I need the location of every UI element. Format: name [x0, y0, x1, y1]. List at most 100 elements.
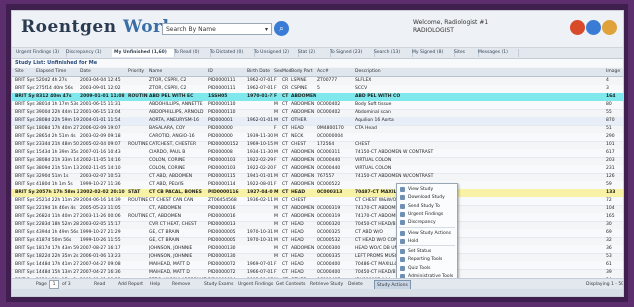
column-header-8[interactable]: Mod	[282, 68, 291, 76]
context-menu-label: Download Study	[408, 195, 445, 201]
table-cell: ZT00777	[317, 78, 338, 83]
table-cell: F	[274, 182, 277, 187]
settings-icon[interactable]	[570, 20, 585, 35]
table-cell: CT ABD, ABDOMEN	[149, 174, 193, 179]
table-cell	[317, 93, 354, 101]
table-cell: 61	[606, 262, 612, 267]
footer-button[interactable]: Study Exams	[202, 280, 235, 289]
table-cell: PID000000	[208, 126, 233, 131]
column-header-12[interactable]: Images	[606, 68, 620, 76]
table-cell: M	[274, 222, 278, 227]
search-icon[interactable]: ⌕	[274, 21, 289, 36]
column-header-6[interactable]: Birth Date	[247, 68, 273, 76]
tab-1[interactable]: Discrepancy (1)	[64, 49, 115, 57]
table-cell: BASALARA, COY	[149, 126, 185, 131]
table-cell: BRIT Systems	[15, 214, 35, 219]
help-icon[interactable]	[586, 20, 601, 35]
table-cell: 0C000402	[317, 102, 341, 107]
table-cell: BRIT Systems	[15, 110, 35, 115]
menu-item-icon	[400, 265, 405, 271]
table-cell	[128, 253, 148, 261]
table-cell: CR	[282, 78, 289, 83]
table-cell: BRIT Systems	[15, 222, 35, 227]
table-cell: 1970-01-??	[247, 94, 273, 99]
column-header-9[interactable]: Body Part	[291, 68, 316, 76]
table-cell: F	[274, 166, 277, 171]
table-cell: 0C000402	[317, 110, 341, 115]
table-cell	[247, 253, 273, 261]
table-cell: 2001-06-15 13:04	[80, 110, 121, 115]
table-cell: 0C000400	[317, 262, 341, 267]
tab-5[interactable]: To Unsigned (2)	[252, 49, 299, 57]
column-header-5[interactable]: ID	[208, 68, 246, 76]
tab-6[interactable]: Stat (2)	[296, 49, 331, 57]
logo-main: Roentgen	[21, 17, 117, 37]
table-cell: CT	[282, 174, 288, 179]
column-header-3[interactable]: Priority	[128, 68, 148, 76]
table-cell: 1969-10-15	[247, 142, 273, 147]
table-cell: 80	[606, 102, 612, 107]
tab-4[interactable]: To Dictated (0)	[208, 49, 255, 57]
footer-button[interactable]: Help	[148, 280, 162, 289]
column-header-2[interactable]: Date	[80, 68, 127, 76]
table-cell: CT ABD, PELVIS	[149, 182, 184, 187]
table-cell	[128, 181, 148, 189]
logout-icon[interactable]	[602, 20, 617, 35]
column-header-0[interactable]: Site	[15, 68, 35, 76]
displaying-count: Displaying 1 - 50	[586, 282, 624, 287]
tab-11[interactable]: Messages (1)	[476, 49, 519, 57]
tab-2[interactable]: My Unfinished (1,60)	[112, 49, 175, 57]
table-cell: 2002-11-05 14:10	[80, 166, 121, 171]
context-menu-label: Send Study To	[408, 203, 440, 209]
footer-button[interactable]: Add Report	[116, 280, 145, 289]
table-cell: HEAD	[291, 190, 306, 195]
table-cell	[247, 213, 273, 221]
table-cell: BRIT Systems	[15, 102, 35, 107]
table-cell: BRIT Systems	[15, 190, 35, 195]
footer-button[interactable]: Read	[92, 280, 107, 289]
column-header-1[interactable]: Elapsed Time	[36, 68, 79, 76]
table-cell: 69	[606, 230, 612, 235]
table-cell: 2003-02-07 10:53	[80, 174, 121, 179]
footer-button[interactable]: Get Contexts	[274, 280, 307, 289]
welcome-line-2: RADIOLOGIST	[413, 27, 454, 34]
tab-8[interactable]: Search (13)	[372, 49, 413, 57]
chevron-down-icon[interactable]: ▾	[265, 24, 268, 36]
footer-button[interactable]: Delete	[346, 280, 365, 289]
table-cell: 0C000532	[317, 238, 341, 243]
tab-10[interactable]: Sites	[452, 49, 479, 57]
table-cell: ABD PEL WITH CO	[355, 94, 401, 99]
column-header-4[interactable]: Name	[149, 68, 207, 76]
table-cell: 2007-04-27 16:36	[80, 270, 121, 275]
table-cell: 2007-04-27 09:08	[80, 262, 121, 267]
footer-button[interactable]: Remove	[170, 280, 192, 289]
table-cell: 0C000300	[317, 246, 341, 251]
table-cell: CT	[282, 110, 288, 115]
table-cell: 1448d 17h 41m 27s	[36, 262, 79, 267]
tab-7[interactable]: To Signed (23)	[328, 49, 375, 57]
table-cell: BRIT Systems	[15, 262, 35, 267]
table-cell: JOHNSON, JOHNNIE	[149, 254, 193, 259]
table-cell: CSPINE	[291, 86, 308, 91]
column-header-10[interactable]: Acc#	[317, 68, 354, 76]
tab-3[interactable]: To Read (0)	[172, 49, 211, 57]
page-input[interactable]: 1	[49, 280, 59, 289]
column-header-11[interactable]: Description	[355, 68, 450, 76]
table-cell	[247, 109, 273, 117]
footer-button[interactable]: Retrieve Study	[308, 280, 345, 289]
table-cell: PID0000110	[208, 110, 236, 115]
tab-0[interactable]: Urgent Findings (3)	[14, 49, 67, 57]
column-header-7[interactable]: Sex	[274, 68, 282, 76]
table-cell: BRIT Systems	[15, 246, 35, 251]
menu-separator	[399, 226, 455, 228]
table-cell: BRIT Systems	[15, 230, 35, 235]
table-cell: 0C000335	[317, 254, 341, 259]
search-input[interactable]: Search By Name ▾	[162, 23, 272, 35]
table-cell: ABDOMEN	[291, 94, 316, 99]
tab-9[interactable]: My Signed (8)	[410, 49, 455, 57]
footer-button[interactable]: Urgent Findings	[236, 280, 275, 289]
table-cell: 32	[606, 238, 612, 243]
table-cell: 2003-02-05 15:17	[80, 222, 121, 227]
table-cell: 39	[606, 270, 612, 275]
table-cell: CT, ABDOMEN	[149, 206, 182, 211]
